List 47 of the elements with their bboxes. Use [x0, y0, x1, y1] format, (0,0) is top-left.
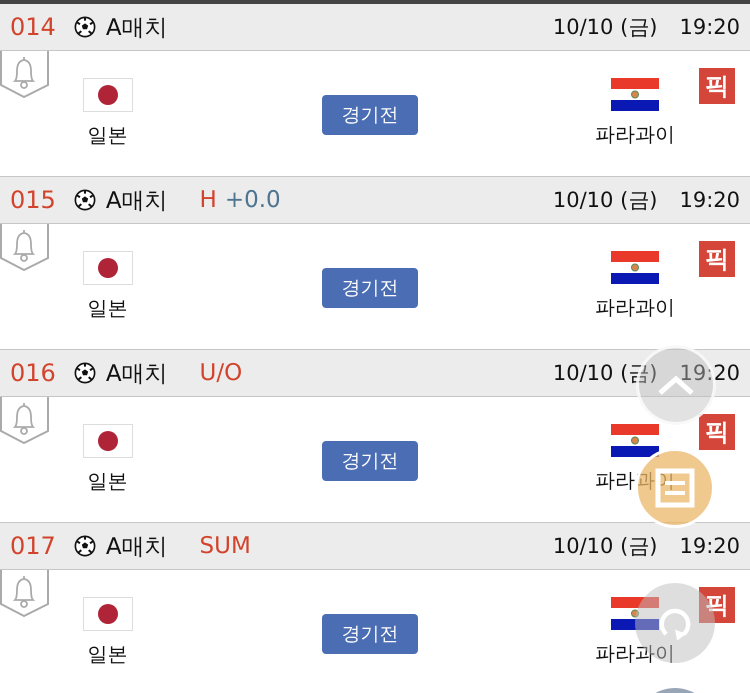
- flag-icon: [82, 424, 132, 458]
- market-type: SUM: [200, 533, 251, 559]
- match-date: 10/10 (금): [552, 533, 658, 560]
- pick-badge[interactable]: 픽: [699, 414, 735, 450]
- match-number: 017: [10, 532, 56, 560]
- flag-icon: [82, 78, 132, 112]
- team-name: 파라과이: [595, 640, 675, 667]
- team-name: 일본: [88, 641, 128, 668]
- pick-badge[interactable]: 픽: [699, 241, 735, 277]
- soccer-ball-icon: [74, 362, 96, 384]
- match-time: 19:20: [679, 361, 740, 385]
- league-name: A매치: [106, 14, 168, 42]
- match-date: 10/10 (금): [552, 360, 658, 387]
- status-button[interactable]: 경기전: [322, 614, 418, 654]
- match-date: 10/10 (금): [552, 14, 658, 41]
- match-date: 10/10 (금): [552, 187, 658, 214]
- status-button[interactable]: 경기전: [322, 268, 418, 308]
- soccer-ball-icon: [74, 16, 96, 38]
- team-name: 일본: [88, 122, 128, 149]
- league-name: A매치: [106, 532, 168, 562]
- team-name: 일본: [88, 468, 128, 495]
- flag-icon: [611, 78, 659, 111]
- match-time: 19:20: [679, 534, 740, 558]
- match-number: 016: [10, 359, 56, 387]
- flag-icon: [611, 251, 659, 284]
- status-button[interactable]: 경기전: [322, 440, 418, 480]
- match-time: 19:20: [679, 15, 740, 39]
- match-time: 19:20: [679, 188, 740, 212]
- league-name: A매치: [106, 186, 168, 216]
- pick-badge[interactable]: 픽: [699, 587, 735, 623]
- market-type: H: [200, 187, 217, 213]
- market-type: U/O: [200, 360, 242, 386]
- flag-icon: [611, 597, 659, 630]
- match-number: 015: [10, 186, 56, 214]
- team-name: 파라과이: [595, 121, 675, 148]
- pick-badge[interactable]: 픽: [699, 68, 735, 104]
- league-name: A매치: [106, 360, 168, 388]
- status-button[interactable]: 경기전: [322, 94, 418, 134]
- soccer-ball-icon: [74, 189, 96, 211]
- match-number: 014: [10, 13, 56, 41]
- soccer-ball-icon: [74, 535, 96, 557]
- team-name: 일본: [88, 295, 128, 322]
- team-name: 파라과이: [595, 294, 675, 321]
- flag-icon: [82, 597, 132, 631]
- handicap-value: +0.0: [224, 187, 281, 213]
- flag-icon: [82, 251, 132, 285]
- flag-icon: [611, 424, 659, 457]
